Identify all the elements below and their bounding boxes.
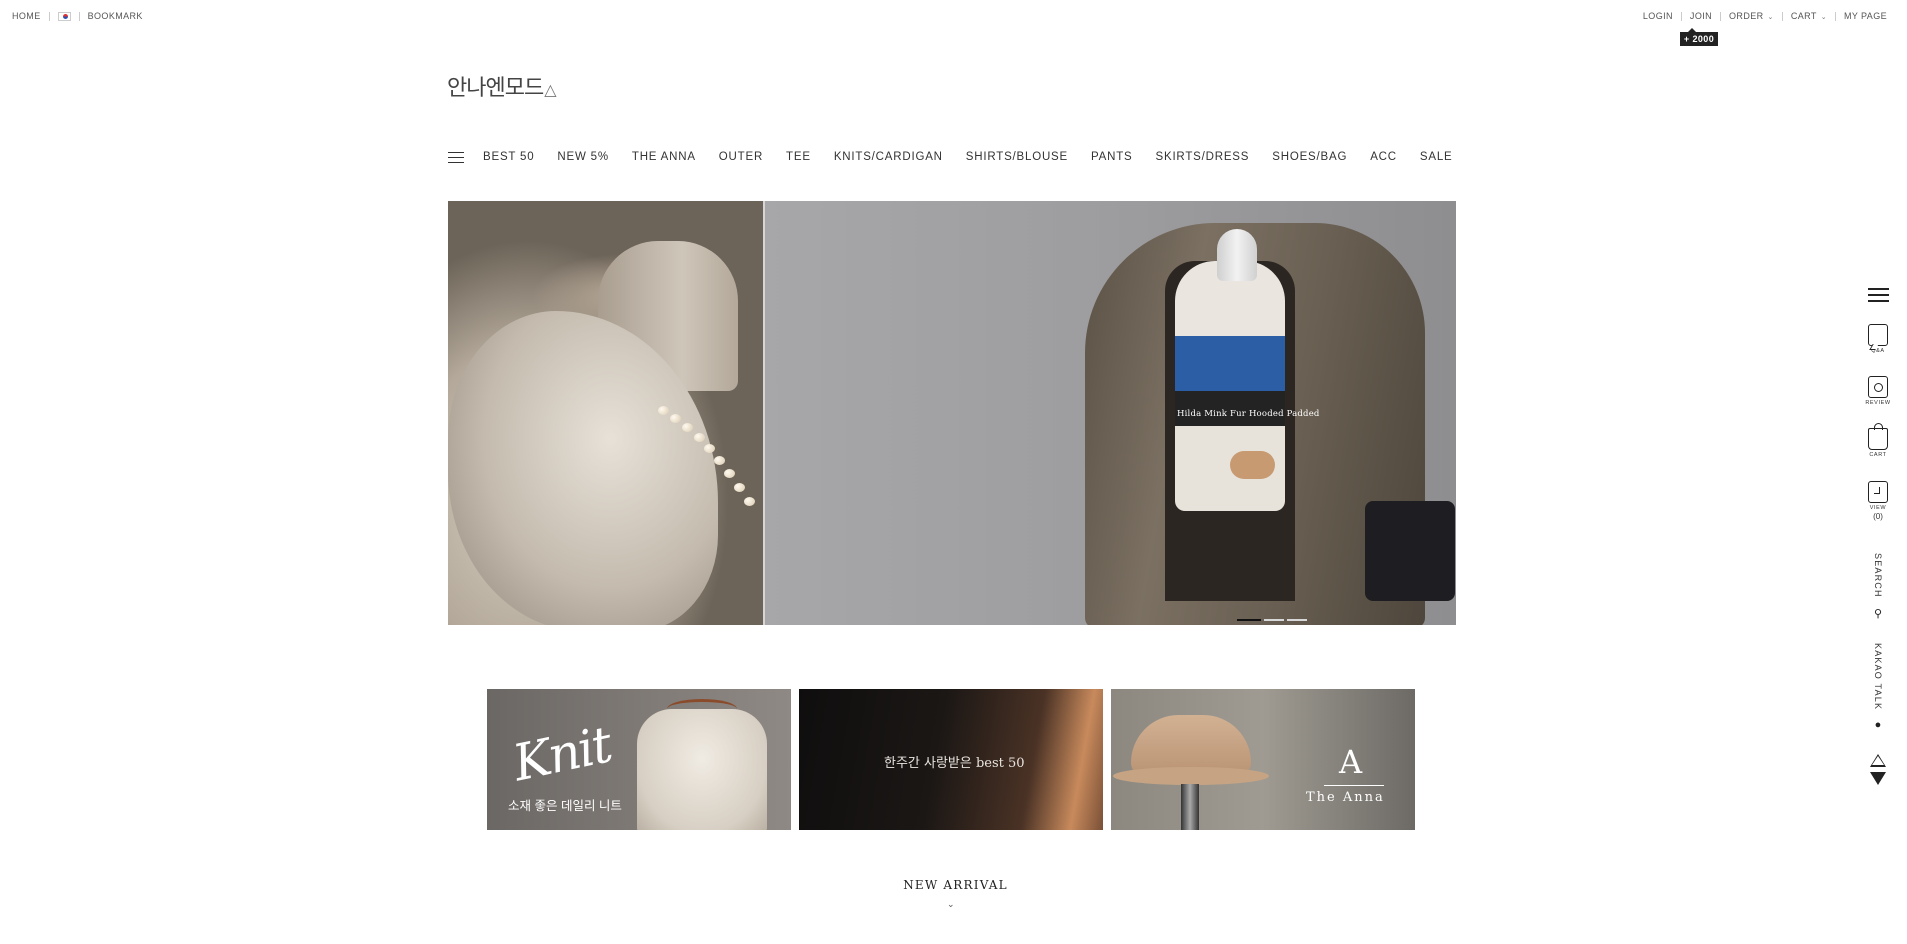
main-nav: BEST 50 NEW 5% THE ANNA OUTER TEE KNITS/… <box>448 151 1476 163</box>
top-right-links: LOGIN JOIN + 2000 ORDER ⌄ CART ⌄ MY PAGE <box>1643 11 1887 46</box>
nav-item-shirts[interactable]: SHIRTS/BLOUSE <box>966 151 1068 163</box>
divider <box>1720 11 1722 21</box>
qna-label: Q&A <box>1871 348 1885 354</box>
cart-icon <box>1868 423 1888 450</box>
quick-search-button[interactable]: SEARCH ⚲ <box>1858 553 1898 620</box>
cart-label: CART <box>1869 452 1887 458</box>
best50-banner-text: 한주간 사랑받은 best 50 <box>884 756 1025 771</box>
chevron-down-icon: ⌄ <box>1820 14 1828 21</box>
login-link[interactable]: LOGIN <box>1643 11 1673 21</box>
hero-detail-image <box>448 201 763 625</box>
quick-cart-button[interactable]: CART <box>1858 423 1898 458</box>
nav-item-outer[interactable]: OUTER <box>719 151 763 163</box>
pearl <box>714 456 725 465</box>
nav-item-pants[interactable]: PANTS <box>1091 151 1133 163</box>
menu-icon[interactable] <box>448 151 464 163</box>
knit-script-title: Knit <box>508 715 616 793</box>
chevron-down-icon: ⌄ <box>1767 14 1774 21</box>
scroll-up-icon[interactable] <box>1870 754 1886 767</box>
divider <box>1835 11 1837 21</box>
quick-qna-button[interactable]: Q&A <box>1858 324 1898 354</box>
bookmark-link[interactable]: BOOKMARK <box>88 11 143 21</box>
hero-slider[interactable]: Hilda Mink Fur Hooded Padded <box>448 201 1456 625</box>
top-left-links: HOME BOOKMARK <box>12 11 143 21</box>
slider-pagination <box>1237 619 1307 621</box>
nav-item-the-anna[interactable]: THE ANNA <box>632 151 696 163</box>
lamp-pole <box>1181 784 1199 830</box>
divider <box>1680 11 1682 21</box>
hero-main-image: Hilda Mink Fur Hooded Padded <box>765 201 1456 625</box>
the-anna-banner[interactable]: A The Anna <box>1111 689 1415 830</box>
kakao-label: KAKAO TALK <box>1873 643 1883 711</box>
slide-dot-2[interactable] <box>1264 619 1284 621</box>
pearl <box>744 497 755 506</box>
quick-kakao-button[interactable]: KAKAO TALK ● <box>1858 643 1898 731</box>
join-link[interactable]: JOIN <box>1690 11 1712 21</box>
view-icon <box>1868 481 1888 503</box>
slide-dot-1[interactable] <box>1237 619 1261 621</box>
home-link[interactable]: HOME <box>12 11 41 21</box>
join-wrap: JOIN + 2000 <box>1679 11 1719 46</box>
flag-icon[interactable] <box>57 11 71 21</box>
divider <box>1781 11 1783 21</box>
quick-review-button[interactable]: REVIEW <box>1858 376 1898 406</box>
slide-dot-3[interactable] <box>1287 619 1307 621</box>
best50-banner[interactable]: 한주간 사랑받은 best 50 <box>799 689 1103 830</box>
view-count: (0) <box>1873 512 1883 521</box>
quilted-bag <box>1365 501 1455 601</box>
cart-menu[interactable]: CART ⌄ <box>1791 11 1827 21</box>
pearl <box>670 414 681 423</box>
lamp-brim <box>1113 767 1269 785</box>
mannequin-head <box>1217 229 1257 281</box>
quick-view-button[interactable]: VIEW (0) <box>1858 481 1898 521</box>
scroll-buttons <box>1858 754 1898 785</box>
cart-label: CART <box>1790 11 1817 21</box>
qna-icon <box>1868 324 1888 346</box>
kakao-icon: ● <box>1874 719 1882 732</box>
nav-item-skirts[interactable]: SKIRTS/DRESS <box>1156 151 1250 163</box>
review-label: REVIEW <box>1865 400 1891 406</box>
order-label: ORDER <box>1729 11 1764 21</box>
nav-item-best50[interactable]: BEST 50 <box>483 151 534 163</box>
knit-subtitle: 소재 좋은 데일리 니트 <box>508 799 622 813</box>
hero-caption[interactable]: Hilda Mink Fur Hooded Padded <box>1177 409 1320 419</box>
anna-name: The Anna <box>1306 790 1385 805</box>
menu-icon <box>1867 288 1889 302</box>
nav-item-shoes[interactable]: SHOES/BAG <box>1272 151 1347 163</box>
search-label: SEARCH <box>1873 553 1883 598</box>
logo-text: 안나엔모드 <box>447 76 544 101</box>
mannequin-hand <box>1230 451 1275 479</box>
pearl <box>658 406 669 415</box>
top-utility-bar: HOME BOOKMARK LOGIN JOIN + 2000 ORDER ⌄ C… <box>0 0 1907 46</box>
chevron-down-icon: ⌄ <box>947 899 955 909</box>
review-icon <box>1868 376 1888 398</box>
pearl <box>704 444 715 453</box>
pearl <box>734 483 745 492</box>
mypage-link[interactable]: MY PAGE <box>1844 11 1887 21</box>
nav-item-tee[interactable]: TEE <box>786 151 811 163</box>
divider <box>78 11 80 21</box>
nav-item-acc[interactable]: ACC <box>1370 151 1397 163</box>
join-points-badge: + 2000 <box>1679 28 1719 46</box>
view-label: VIEW <box>1869 505 1887 511</box>
quick-menu-button[interactable] <box>1858 288 1898 302</box>
nav-item-sale[interactable]: SALE <box>1420 151 1453 163</box>
eiffel-tower-icon: △ <box>544 80 556 99</box>
pearl <box>724 469 735 478</box>
search-icon: ⚲ <box>1873 607 1883 620</box>
nav-item-knits[interactable]: KNITS/CARDIGAN <box>834 151 943 163</box>
knit-banner[interactable]: Knit 소재 좋은 데일리 니트 <box>487 689 791 830</box>
site-logo[interactable]: 안나엔모드△ <box>447 70 557 102</box>
scroll-down-wrap <box>1858 772 1898 785</box>
scroll-down-icon[interactable] <box>1870 772 1886 785</box>
pearl <box>694 433 705 442</box>
order-menu[interactable]: ORDER ⌄ <box>1729 11 1774 21</box>
cardigan-image <box>637 709 767 830</box>
section-title: NEW ARRIVAL <box>903 878 1008 892</box>
nav-item-new[interactable]: NEW 5% <box>557 151 608 163</box>
pearl <box>682 423 693 432</box>
anna-divider <box>1324 785 1384 786</box>
anna-letter: A <box>1339 743 1363 781</box>
divider <box>48 11 50 21</box>
